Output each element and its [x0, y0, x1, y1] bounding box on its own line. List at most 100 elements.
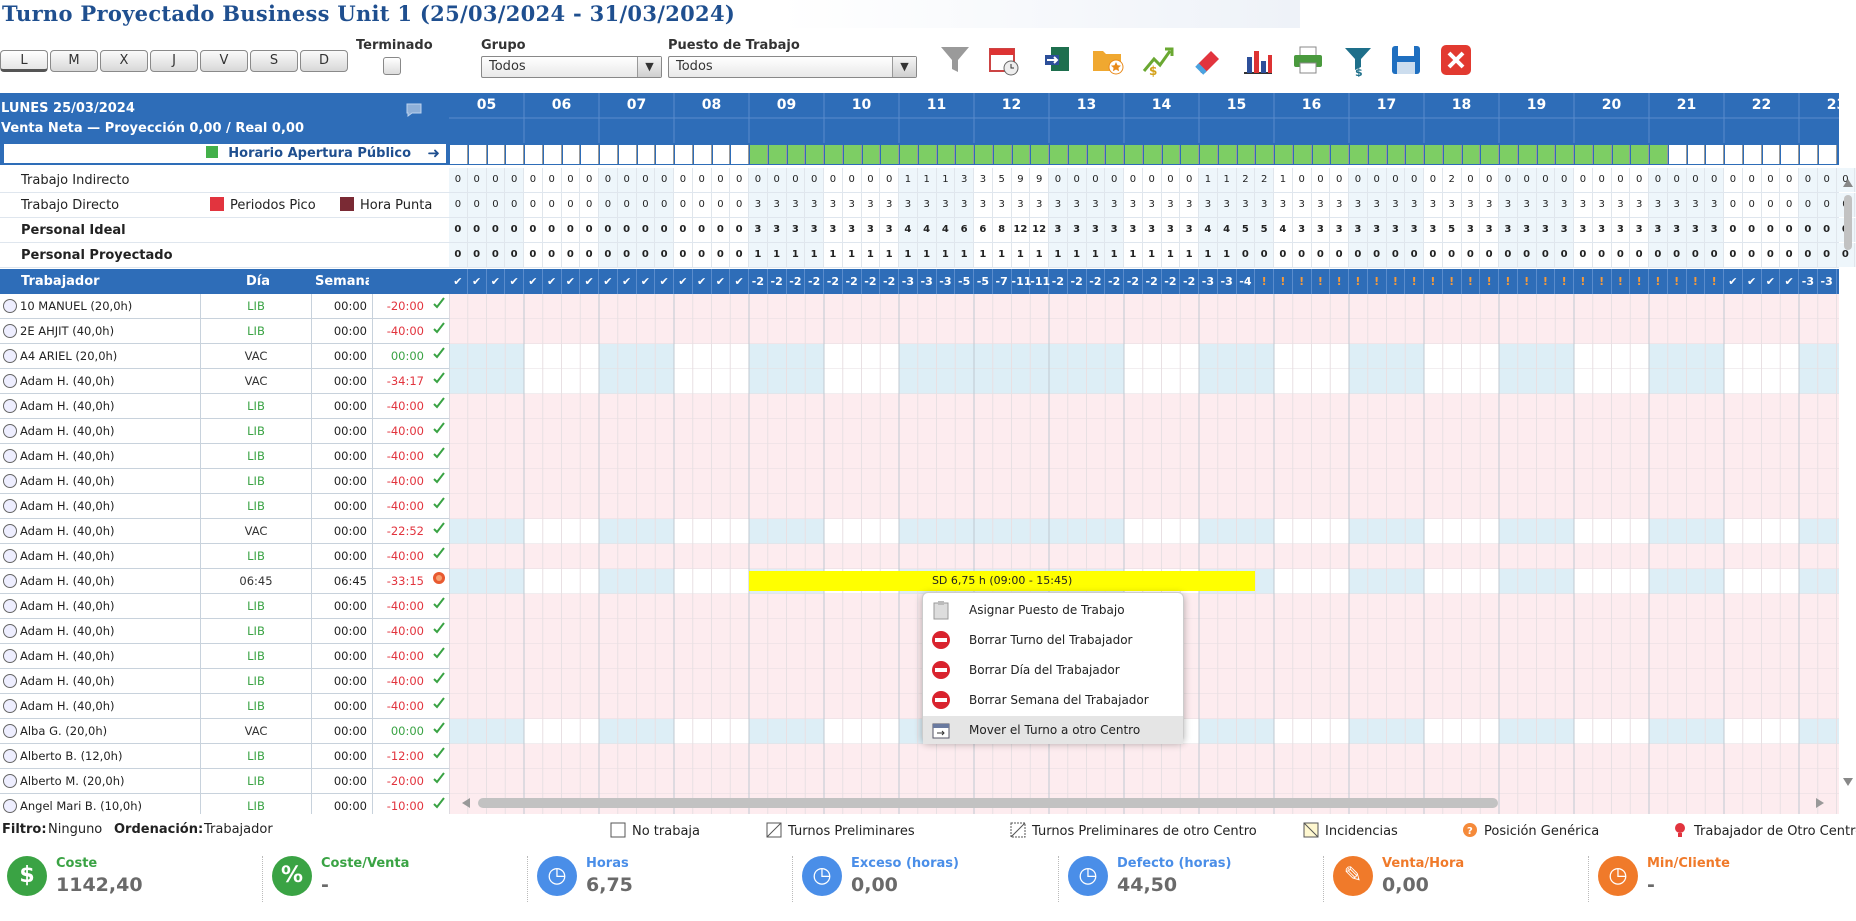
horario-button[interactable]: Horario Apertura Público ➜	[4, 144, 446, 163]
worker-row[interactable]: Alberto B. (12,0h) LIB 00:00 -12:00	[0, 744, 449, 769]
horario-cell	[1050, 145, 1068, 164]
worker-row[interactable]: Adam H. (40,0h) LIB 00:00 -40:00	[0, 444, 449, 469]
summary-cell: 0	[1667, 168, 1687, 192]
day-button-4[interactable]: V	[200, 50, 248, 72]
filter-icon[interactable]	[937, 42, 973, 78]
day-button-5[interactable]: S	[250, 50, 298, 72]
worker-row[interactable]: Adam H. (40,0h) LIB 00:00 -40:00	[0, 419, 449, 444]
col-trabajador[interactable]: Trabajador	[21, 269, 100, 294]
worker-semana: 00:00	[333, 674, 367, 688]
col-dia[interactable]: Día	[246, 269, 270, 294]
hour-label: 11	[926, 97, 947, 113]
worker-row[interactable]: Angel Mari B. (10,0h) LIB 00:00 -10:00	[0, 794, 449, 814]
col-semana[interactable]: Semana	[315, 269, 369, 294]
summary-cell: 0	[692, 193, 712, 217]
status-cell: -2	[824, 269, 843, 294]
worker-row[interactable]: Adam H. (40,0h) LIB 00:00 -40:00	[0, 669, 449, 694]
worker-dia: LIB	[200, 444, 312, 469]
context-menu-item[interactable]: Borrar Turno del Trabajador	[923, 626, 1183, 654]
arrow-chart-icon[interactable]: $	[1140, 42, 1176, 78]
vertical-scrollbar[interactable]	[1840, 175, 1856, 790]
summary-cell: 0	[674, 243, 693, 267]
worker-row[interactable]: Adam H. (40,0h) LIB 00:00 -40:00	[0, 644, 449, 669]
worker-row[interactable]: Adam H. (40,0h) VAC 00:00 -22:52	[0, 519, 449, 544]
summary-cell: 4	[1274, 218, 1293, 242]
summary-cell: 0	[1424, 168, 1443, 192]
summary-cell: 3	[1330, 193, 1349, 217]
summary-cell: 3	[974, 193, 993, 217]
summary-cell: 3	[1686, 218, 1706, 242]
grupo-select[interactable]: Todos ▼	[481, 56, 662, 78]
summary-cell: 0	[1761, 218, 1781, 242]
worker-row[interactable]: Adam H. (40,0h) LIB 00:00 -40:00	[0, 619, 449, 644]
horizontal-scrollbar[interactable]	[458, 795, 1834, 811]
day-button-2[interactable]: X	[100, 50, 148, 72]
kpi-divider	[262, 856, 263, 902]
worker-row[interactable]: Adam H. (40,0h) LIB 00:00 -40:00	[0, 544, 449, 569]
status-cell: ✔	[562, 269, 581, 294]
kpi-5: ✎ Venta/Hora 0,00	[1333, 854, 1583, 914]
summary-cell: 0	[542, 218, 562, 242]
summary-cell: 0	[449, 193, 468, 217]
calendar-clock-icon[interactable]	[986, 42, 1022, 78]
worker-row[interactable]: Adam H. (40,0h) LIB 00:00 -40:00	[0, 594, 449, 619]
worker-row[interactable]: Alberto M. (20,0h) LIB 00:00 -20:00	[0, 769, 449, 794]
context-menu-item[interactable]: Asignar Puesto de Trabajo	[923, 596, 1183, 624]
summary-cell: 0	[1386, 243, 1406, 267]
day-button-3[interactable]: J	[150, 50, 198, 72]
summary-cell: 0	[1667, 243, 1687, 267]
summary-cell: 0	[1461, 243, 1481, 267]
user-icon	[3, 649, 17, 663]
worker-row[interactable]: Adam H. (40,0h) VAC 00:00 -34:17	[0, 369, 449, 394]
check-icon	[430, 694, 448, 719]
worker-row[interactable]: Adam H. (40,0h) LIB 00:00 -40:00	[0, 494, 449, 519]
horario-cell	[843, 145, 862, 164]
summary-cell: 0	[1761, 193, 1781, 217]
worker-row[interactable]: 10 MANUEL (20,0h) LIB 00:00 -20:00	[0, 294, 449, 319]
save-icon[interactable]	[1388, 42, 1424, 78]
check-icon	[430, 744, 448, 769]
context-menu-item[interactable]: Mover el Turno a otro Centro	[923, 716, 1183, 744]
worker-row[interactable]: Adam H. (40,0h) LIB 00:00 -40:00	[0, 394, 449, 419]
summary-cell: 3	[786, 218, 806, 242]
worker-row[interactable]: Adam H. (40,0h) LIB 00:00 -40:00	[0, 694, 449, 719]
worker-row[interactable]: 2E AHJIT (40,0h) LIB 00:00 -40:00	[0, 319, 449, 344]
worker-balance: 00:00	[372, 344, 424, 369]
close-icon[interactable]	[1438, 42, 1474, 78]
bar-chart-icon[interactable]	[1240, 42, 1276, 78]
summary-cell: 0	[1499, 243, 1518, 267]
worker-row[interactable]: Adam H. (40,0h) LIB 00:00 -40:00	[0, 469, 449, 494]
terminado-checkbox[interactable]	[383, 57, 401, 75]
summary-cell: 3	[1574, 218, 1593, 242]
funnel-dollar-icon[interactable]: $	[1340, 42, 1376, 78]
kpi-value: 6,75	[586, 874, 633, 896]
day-button-0[interactable]: L	[0, 50, 48, 72]
horario-label: Horario Apertura Público	[228, 146, 411, 161]
summary-cell: 3	[1386, 218, 1406, 242]
summary-cell: 3	[1517, 218, 1537, 242]
printer-icon[interactable]	[1290, 42, 1326, 78]
folder-star-icon[interactable]	[1090, 42, 1126, 78]
chat-icon[interactable]	[405, 102, 423, 121]
context-menu-item[interactable]: Borrar Semana del Trabajador	[923, 686, 1183, 714]
worker-balance: -40:00	[372, 444, 424, 469]
worker-semana: 00:00	[333, 724, 367, 738]
day-button-6[interactable]: D	[300, 50, 348, 72]
summary-cell: 0	[505, 218, 524, 242]
worker-row[interactable]: Adam H. (40,0h) 06:45 06:45 -33:15	[0, 569, 449, 594]
day-button-1[interactable]: M	[50, 50, 98, 72]
shift-bar[interactable]: SD 6,75 h (09:00 - 15:45)	[749, 571, 1256, 591]
summary-label-2: Personal Ideal	[0, 218, 449, 243]
worker-balance: -40:00	[372, 544, 424, 569]
puesto-select[interactable]: Todos ▼	[668, 56, 917, 78]
summary-cell: 0	[1649, 168, 1668, 192]
worker-row[interactable]: A4 ARIEL (20,0h) VAC 00:00 00:00	[0, 344, 449, 369]
status-cell: ✔	[580, 269, 599, 294]
context-menu-item[interactable]: Borrar Día del Trabajador	[923, 656, 1183, 684]
eraser-icon[interactable]	[1190, 42, 1226, 78]
worker-row[interactable]: Alba G. (20,0h) VAC 00:00 00:00	[0, 719, 449, 744]
summary-cell: 1	[1199, 168, 1218, 192]
summary-cell: 6	[955, 218, 974, 242]
export-icon[interactable]	[1040, 42, 1076, 78]
horario-cell	[918, 145, 937, 164]
